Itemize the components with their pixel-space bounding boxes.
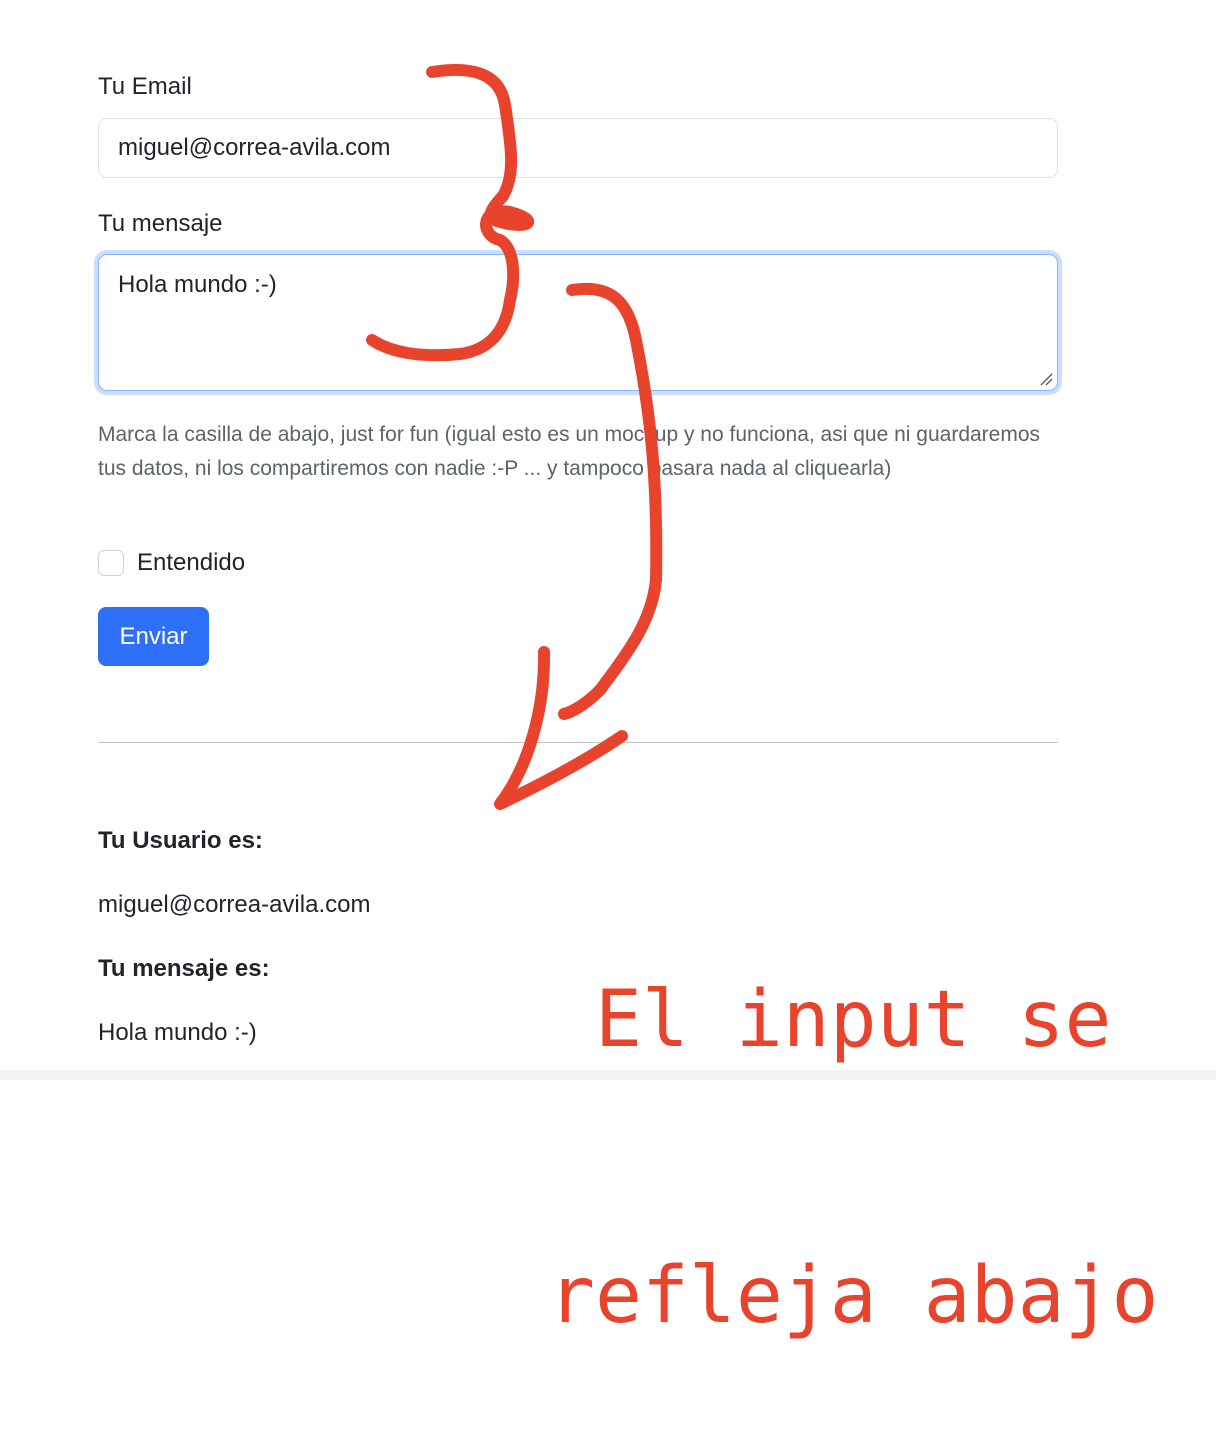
annotation-line-2: refleja abajo [548, 1251, 1159, 1341]
bottom-scroll-strip [0, 1070, 1216, 1080]
section-divider [98, 742, 1058, 743]
understood-checkbox[interactable] [98, 550, 124, 576]
message-textarea-value: Hola mundo :-) [118, 271, 277, 298]
message-heading: Tu mensaje es: [98, 955, 270, 982]
message-textarea[interactable]: Hola mundo :-) [98, 254, 1058, 391]
email-label: Tu Email [98, 73, 192, 100]
user-value: miguel@correa-avila.com [98, 891, 371, 918]
annotation-text: El input se refleja abajo [548, 790, 1158, 1434]
annotation-line-1: El input se [594, 975, 1112, 1065]
message-label: Tu mensaje [98, 210, 223, 237]
email-input[interactable]: miguel@correa-avila.com [98, 118, 1058, 178]
help-text: Marca la casilla de abajo, just for fun … [98, 423, 1041, 480]
submit-button[interactable]: Enviar [98, 607, 209, 666]
annotation-arrow-head [494, 646, 628, 810]
message-value: Hola mundo :-) [98, 1019, 257, 1046]
user-heading: Tu Usuario es: [98, 827, 263, 854]
understood-checkbox-label[interactable]: Entendido [137, 548, 245, 578]
resize-grip-icon[interactable] [1039, 372, 1053, 386]
